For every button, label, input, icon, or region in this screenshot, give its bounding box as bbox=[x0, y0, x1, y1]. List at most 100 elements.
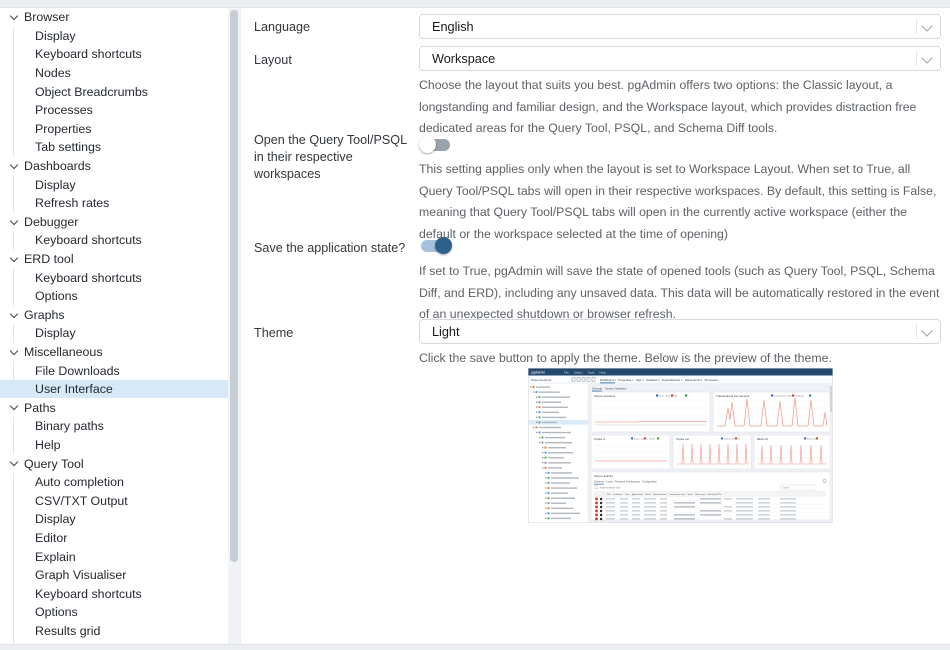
tree-item-erd-tool[interactable]: ERD tool bbox=[0, 250, 228, 269]
tree-item-options[interactable]: Options bbox=[0, 603, 228, 622]
preview-legend-tps: Transactions Commits Rollbacks bbox=[774, 395, 804, 398]
preview-tabbar: Dashboard × Properties × SQL × Statistic… bbox=[600, 378, 718, 382]
tree-item-label: CSV/TXT Output bbox=[35, 494, 128, 508]
preview-chart-title-tuples-out: Tuples out bbox=[676, 437, 689, 441]
chevron-down-icon[interactable] bbox=[9, 12, 19, 22]
tree-item-label: Keyboard shortcuts bbox=[35, 271, 142, 285]
tree-item-miscellaneous[interactable]: Miscellaneous bbox=[0, 343, 228, 362]
chevron-down-icon[interactable] bbox=[9, 254, 19, 264]
tree-item-dashboards[interactable]: Dashboards bbox=[0, 157, 228, 176]
tree-item-options[interactable]: Options bbox=[0, 287, 228, 306]
preview-legend-tuples-in: Inserts Updates Deletes bbox=[634, 437, 655, 440]
open-workspaces-label: Open the Query Tool/PSQL in their respec… bbox=[254, 132, 417, 183]
preview-legend-block-io: Reads Hits bbox=[807, 437, 817, 440]
tree-item-user-interface[interactable]: User Interface bbox=[0, 380, 228, 399]
layout-select[interactable]: Workspace bbox=[419, 46, 941, 71]
tree-item-label: Keyboard shortcuts bbox=[35, 587, 142, 601]
chevron-down-icon bbox=[921, 52, 932, 63]
tree-item-editor[interactable]: Editor bbox=[0, 529, 228, 548]
tree-item-keyboard-shortcuts[interactable]: Keyboard shortcuts bbox=[0, 231, 228, 250]
tree-item-tab-settings[interactable]: Tab settings bbox=[0, 138, 228, 157]
tree-item-keyboard-shortcuts[interactable]: Keyboard shortcuts bbox=[0, 584, 228, 603]
tree-item-label: Binary paths bbox=[35, 419, 104, 433]
tree-item-browser[interactable]: Browser bbox=[0, 8, 228, 27]
chevron-down-icon[interactable] bbox=[9, 161, 19, 171]
tree-item-label: Results grid bbox=[35, 624, 100, 638]
chevron-down-icon[interactable] bbox=[9, 458, 19, 468]
preview-chart-title-tuples-in: Tuples in bbox=[594, 437, 606, 441]
tree-item-label: Dashboards bbox=[24, 159, 91, 173]
theme-label: Theme bbox=[254, 325, 417, 342]
tree-item-object-breadcrumbs[interactable]: Object Breadcrumbs bbox=[0, 82, 228, 101]
tree-item-label: Display bbox=[35, 178, 76, 192]
chevron-down-icon[interactable] bbox=[9, 310, 19, 320]
select-value: Workspace bbox=[432, 52, 495, 66]
chevron-down-icon[interactable] bbox=[9, 217, 19, 227]
preferences-dialog: Browser Display Keyboard shortcuts Nodes… bbox=[0, 0, 950, 650]
tree-item-csv-txt-output[interactable]: CSV/TXT Output bbox=[0, 491, 228, 510]
theme-preview-image: pgAdmin File Object Tools Help Object Ex… bbox=[528, 368, 833, 523]
select-value: Light bbox=[432, 325, 460, 339]
tree-item-label: File Downloads bbox=[35, 364, 120, 378]
tree-item-results-grid[interactable]: Results grid bbox=[0, 622, 228, 641]
tree-scrollbar[interactable] bbox=[228, 8, 240, 644]
tree-item-display[interactable]: Display bbox=[0, 324, 228, 343]
switch-knob bbox=[419, 136, 436, 153]
tree-item-label: Object Breadcrumbs bbox=[35, 85, 148, 99]
preview-chart-title-tps: Transactions per second bbox=[716, 394, 749, 398]
tree-item-label: Keyboard shortcuts bbox=[35, 233, 142, 247]
preview-chart-title-block-io: Block I/O bbox=[757, 437, 769, 441]
tree-item-auto-completion[interactable]: Auto completion bbox=[0, 473, 228, 492]
tree-item-graphs[interactable]: Graphs bbox=[0, 306, 228, 325]
tree-item-nodes[interactable]: Nodes bbox=[0, 64, 228, 83]
preview-legend-sessions: Total Active Idle bbox=[659, 395, 678, 398]
tree-item-paths[interactable]: Paths bbox=[0, 398, 228, 417]
preferences-tree: Browser Display Keyboard shortcuts Nodes… bbox=[0, 8, 228, 644]
language-label: Language bbox=[254, 19, 417, 36]
theme-select[interactable]: Light bbox=[419, 319, 941, 344]
tree-item-refresh-rates[interactable]: Refresh rates bbox=[0, 194, 228, 213]
language-select[interactable]: English bbox=[419, 14, 941, 39]
tree-item-keyboard-shortcuts[interactable]: Keyboard shortcuts bbox=[0, 45, 228, 64]
preview-activity-columns: PID Database User Application Client Bac… bbox=[607, 493, 722, 496]
tree-item-binary-paths[interactable]: Binary paths bbox=[0, 417, 228, 436]
tree-item-display[interactable]: Display bbox=[0, 27, 228, 46]
tree-item-label: Miscellaneous bbox=[24, 345, 103, 359]
save-state-toggle[interactable] bbox=[419, 237, 452, 254]
tree-item-keyboard-shortcuts[interactable]: Keyboard shortcuts bbox=[0, 268, 228, 287]
tree-item-file-downloads[interactable]: File Downloads bbox=[0, 361, 228, 380]
tree-item-label: Help bbox=[35, 438, 60, 452]
tree-item-label: Options bbox=[35, 605, 78, 619]
tree-item-display[interactable]: Display bbox=[0, 175, 228, 194]
preview-subtabs: General System Statistics bbox=[592, 386, 627, 390]
dialog-bottom-edge bbox=[0, 644, 950, 650]
layout-help-text: Choose the layout that suits you best. p… bbox=[419, 75, 947, 140]
tree-item-label: User Interface bbox=[35, 382, 113, 396]
tree-item-display[interactable]: Display bbox=[0, 510, 228, 529]
preview-menubar: File Object Tools Help bbox=[564, 370, 606, 374]
tree-item-help[interactable]: Help bbox=[0, 436, 228, 455]
preview-chart-title-sessions: Server sessions bbox=[594, 394, 616, 398]
tree-item-explain[interactable]: Explain bbox=[0, 547, 228, 566]
preview-activity-tabs: Sessions Locks Prepared Transactions Con… bbox=[594, 481, 658, 484]
tree-item-debugger[interactable]: Debugger bbox=[0, 213, 228, 232]
chevron-down-icon[interactable] bbox=[9, 347, 19, 357]
tree-item-label: Display bbox=[35, 326, 76, 340]
tree-item-label: Browser bbox=[24, 10, 69, 24]
tree-item-graph-visualiser[interactable]: Graph Visualiser bbox=[0, 566, 228, 585]
tree-item-processes[interactable]: Processes bbox=[0, 101, 228, 120]
tree-item-label: Processes bbox=[35, 103, 93, 117]
tree-item-label: Explain bbox=[35, 550, 76, 564]
tree-item-label: Refresh rates bbox=[35, 196, 109, 210]
tree-item-label: Display bbox=[35, 29, 76, 43]
tree-item-query-tool[interactable]: Query Tool bbox=[0, 454, 228, 473]
tree-item-label: Options bbox=[35, 289, 78, 303]
select-value: English bbox=[432, 20, 474, 34]
scrollbar-thumb[interactable] bbox=[230, 10, 238, 562]
tree-item-properties[interactable]: Properties bbox=[0, 120, 228, 139]
layout-label: Layout bbox=[254, 52, 417, 69]
theme-preview: pgAdmin File Object Tools Help Object Ex… bbox=[528, 368, 833, 523]
chevron-down-icon[interactable] bbox=[9, 402, 19, 412]
tree-item-label: Graph Visualiser bbox=[35, 568, 126, 582]
open-workspaces-toggle[interactable] bbox=[419, 136, 452, 153]
